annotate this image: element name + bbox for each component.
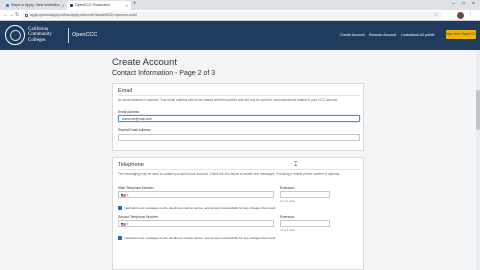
email-section: Email An email address is required. Your…: [112, 83, 364, 151]
maximize-icon[interactable]: □: [462, 1, 465, 7]
page-subtitle: Contact Information - Page 2 of 3: [112, 70, 216, 77]
main-phone-field[interactable]: ▾: [118, 191, 274, 198]
repeat-email-label: Repeat Email Address: [118, 128, 151, 132]
language-link[interactable]: Lookahead A2 publié: [401, 33, 435, 37]
extension-field[interactable]: [280, 191, 330, 198]
browser-tab-1[interactable]: Steps to Apply: New Institution ×: [3, 1, 67, 10]
tab-favicon-icon: [6, 4, 9, 7]
telephone-heading: Telephone: [118, 162, 144, 168]
college-logo-icon[interactable]: [5, 25, 25, 45]
us-flag-icon[interactable]: [121, 193, 126, 197]
reload-icon[interactable]: ↻: [15, 12, 19, 18]
second-phone-field[interactable]: ▾: [118, 220, 274, 227]
browser-menu-icon[interactable]: ⋮: [468, 11, 473, 17]
extension-label: Extension: [280, 186, 295, 190]
close-window-icon[interactable]: ×: [472, 1, 475, 7]
tab-title: OpenCCC Production: [75, 3, 110, 7]
second-text-consent-checkbox[interactable]: [118, 236, 122, 240]
extension-hint: Up to 6 digits: [280, 200, 296, 203]
profile-avatar[interactable]: [457, 12, 464, 19]
brand-name: OpenCCC: [72, 32, 98, 38]
new-tab-icon[interactable]: +: [133, 1, 137, 7]
college-name: California Community Colleges: [28, 27, 52, 43]
recover-account-link[interactable]: Recover Account: [369, 33, 396, 37]
extension2-field[interactable]: [280, 220, 330, 227]
second-text-consent-label: I authorize text messages to the telepho…: [124, 236, 277, 240]
section-divider: [118, 169, 360, 170]
mouse-cursor-icon: ⌶: [294, 162, 298, 168]
second-phone-label: Second Telephone Number: [118, 215, 158, 219]
section-divider: [118, 95, 360, 96]
main-text-consent-label: I authorize text messages to the telepho…: [124, 206, 277, 210]
main-phone-label: Main Telephone Number: [118, 186, 154, 190]
address-bar: ← → ↻ apply.opencccapply.net/cccapply-we…: [0, 10, 480, 21]
repeat-email-field[interactable]: [118, 134, 360, 141]
telephone-section: Telephone The messaging may be used to c…: [112, 157, 364, 270]
tab-title: Steps to Apply: New Institution: [11, 3, 60, 7]
minimize-icon[interactable]: –: [452, 1, 455, 7]
page-body: Create Account Contact Information - Pag…: [0, 50, 480, 270]
close-tab-icon[interactable]: ×: [126, 1, 128, 10]
lock-icon: [25, 14, 28, 17]
country-dropdown-icon[interactable]: ▾: [127, 221, 129, 227]
bookmark-star-icon[interactable]: ☆: [434, 12, 438, 18]
telephone-description: The messaging may be used to contact you…: [118, 172, 341, 176]
email-address-label: Email Address: [118, 110, 140, 114]
site-header: California Community Colleges OpenCCC Cr…: [0, 21, 480, 50]
country-dropdown-icon[interactable]: ▾: [127, 192, 129, 198]
email-description: An email address is required. Your email…: [118, 98, 339, 102]
sign-in-button[interactable]: Sign In to OpenCCC: [446, 30, 477, 39]
url-field[interactable]: apply.opencccapply.net/cccapply-welcome?…: [22, 12, 442, 19]
tab-favicon-icon: [70, 4, 73, 7]
extension2-hint: Up to 6 digits: [280, 229, 296, 232]
forward-icon[interactable]: →: [9, 12, 14, 18]
email-address-field[interactable]: someone@mail.com: [118, 115, 360, 122]
extension2-label: Extension: [280, 215, 295, 219]
browser-tab-bar: Steps to Apply: New Institution × OpenCC…: [0, 0, 480, 10]
create-account-link[interactable]: Create Account: [340, 33, 365, 37]
page-title: Create Account: [112, 57, 177, 68]
close-tab-icon[interactable]: ×: [62, 1, 64, 10]
scrollbar[interactable]: [476, 50, 480, 270]
main-text-consent-checkbox[interactable]: [118, 206, 122, 210]
us-flag-icon[interactable]: [121, 222, 126, 226]
back-icon[interactable]: ←: [3, 12, 8, 18]
header-divider: [68, 28, 69, 43]
browser-tab-2[interactable]: OpenCCC Production ×: [67, 1, 131, 10]
email-heading: Email: [118, 88, 132, 94]
scrollbar-thumb[interactable]: [476, 90, 480, 130]
